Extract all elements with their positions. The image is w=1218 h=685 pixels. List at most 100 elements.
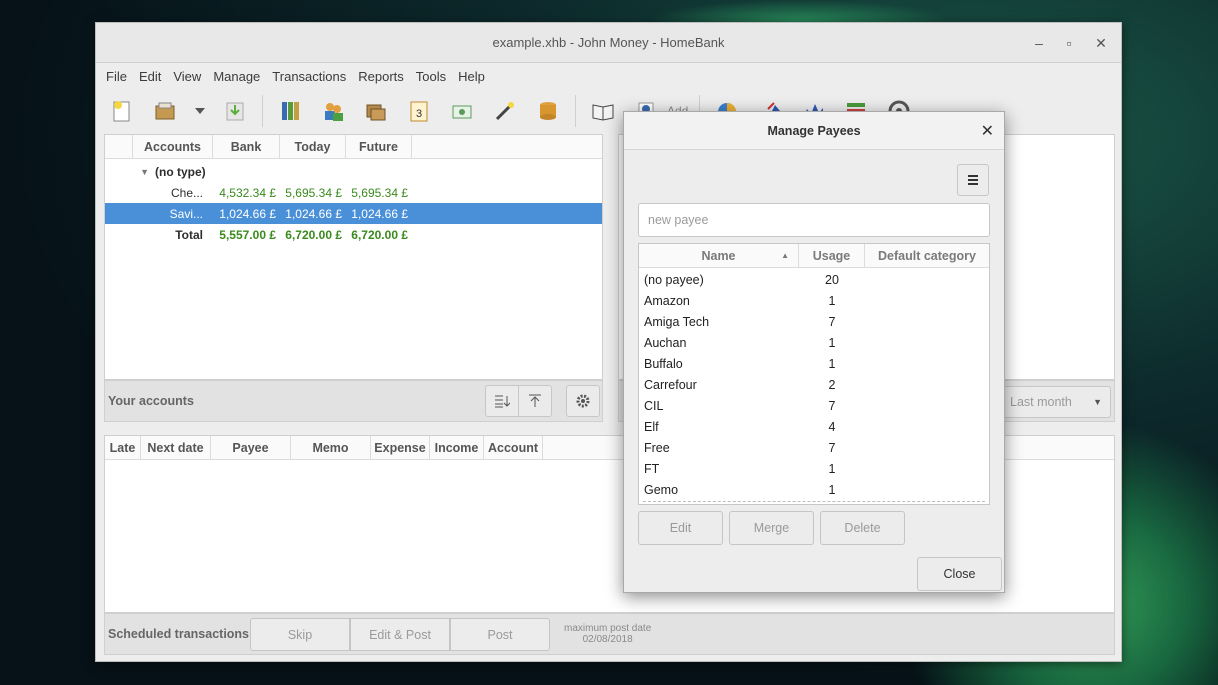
sort-ascending-icon: ▲	[781, 251, 789, 260]
list-item[interactable]: (no payee) 20	[639, 269, 989, 290]
open-file-icon[interactable]	[149, 95, 181, 127]
period-value: Last month	[1010, 395, 1072, 409]
toolbar-separator	[575, 95, 576, 127]
header-accounts[interactable]: Accounts	[133, 135, 213, 158]
payee-usage: 1	[828, 482, 836, 497]
collapse-all-icon[interactable]	[518, 385, 552, 417]
currencies-icon[interactable]	[532, 95, 564, 127]
skip-button[interactable]: Skip	[250, 618, 350, 651]
list-item[interactable]: Gemo 1	[639, 479, 989, 500]
payee-name: Auchan	[644, 335, 687, 350]
payee-name: Carrefour	[644, 377, 697, 392]
delete-button[interactable]: Delete	[820, 511, 905, 545]
list-item[interactable]: Auchan 1	[639, 332, 989, 353]
account-name: Savi...	[169, 206, 203, 221]
account-group-row[interactable]: ▼ (no type)	[105, 161, 602, 182]
hamburger-menu-icon[interactable]	[957, 164, 989, 196]
list-item[interactable]: Free 7	[639, 437, 989, 458]
payee-usage: 1	[828, 461, 836, 476]
menu-tools[interactable]: Tools	[410, 69, 452, 84]
payee-usage: 7	[828, 314, 836, 329]
list-item[interactable]: CIL 7	[639, 395, 989, 416]
total-bank: 5,557.00 £	[219, 227, 276, 242]
expander-icon[interactable]: ▼	[105, 167, 155, 177]
header-next-date[interactable]: Next date	[141, 436, 211, 459]
accounts-icon[interactable]	[274, 95, 306, 127]
payee-usage: 7	[828, 398, 836, 413]
header-bank[interactable]: Bank	[213, 135, 280, 158]
max-post-label: maximum post date	[564, 623, 652, 634]
payee-usage: 7	[828, 440, 836, 455]
scheduled-icon[interactable]: 3	[403, 95, 435, 127]
new-file-icon[interactable]	[106, 95, 138, 127]
header-future[interactable]: Future	[346, 135, 412, 158]
max-post-info: maximum post date 02/08/2018	[564, 623, 651, 645]
account-today: 1,024.66 £	[285, 206, 342, 221]
period-select[interactable]: Last month ▼	[1001, 386, 1111, 418]
list-item[interactable]: Amiga Tech 7	[639, 311, 989, 332]
header-name-label: Name	[701, 249, 736, 263]
new-payee-input[interactable]: new payee	[638, 203, 990, 237]
expand-all-icon[interactable]	[485, 385, 519, 417]
account-group-name: (no type)	[155, 164, 206, 179]
open-recent-dropdown-icon[interactable]	[192, 95, 208, 127]
payee-usage: 1	[828, 356, 836, 371]
categories-icon[interactable]	[360, 95, 392, 127]
header-income[interactable]: Income	[430, 436, 484, 459]
max-post-date: 02/08/2018	[582, 634, 633, 645]
maximize-icon[interactable]: ▫	[1059, 33, 1079, 53]
account-row[interactable]: Che... 4,532.34 £ 5,695.34 £ 5,695.34 £	[105, 182, 602, 203]
close-icon[interactable]: ✕	[1091, 33, 1111, 53]
header-payee[interactable]: Payee	[211, 436, 291, 459]
menu-manage[interactable]: Manage	[207, 69, 266, 84]
settings-gear-icon[interactable]	[566, 385, 600, 417]
list-item[interactable]: Elf 4	[639, 416, 989, 437]
payee-name: FT	[644, 461, 660, 476]
edit-post-button[interactable]: Edit & Post	[350, 618, 450, 651]
header-usage[interactable]: Usage	[799, 244, 865, 267]
chevron-down-icon: ▼	[1093, 397, 1102, 407]
account-total-row: Total 5,557.00 £ 6,720.00 £ 6,720.00 £	[105, 224, 602, 245]
assign-wand-icon[interactable]	[489, 95, 521, 127]
header-today[interactable]: Today	[280, 135, 346, 158]
menu-view[interactable]: View	[167, 69, 207, 84]
close-button[interactable]: Close	[917, 557, 1002, 591]
show-register-icon[interactable]	[587, 95, 619, 127]
budget-icon[interactable]	[446, 95, 478, 127]
total-today: 6,720.00 £	[285, 227, 342, 242]
list-item[interactable]: Carrefour 2	[639, 374, 989, 395]
payee-usage: 20	[825, 272, 839, 287]
payee-name: CIL	[644, 398, 664, 413]
edit-button[interactable]: Edit	[638, 511, 723, 545]
menu-help[interactable]: Help	[452, 69, 491, 84]
header-account[interactable]: Account	[484, 436, 543, 459]
payees-icon[interactable]	[317, 95, 349, 127]
header-late[interactable]: Late	[105, 436, 141, 459]
header-name[interactable]: Name ▲	[639, 244, 799, 267]
account-bank: 4,532.34 £	[219, 185, 276, 200]
svg-text:3: 3	[416, 108, 422, 120]
post-button[interactable]: Post	[450, 618, 550, 651]
account-future: 1,024.66 £	[351, 206, 408, 221]
menu-reports[interactable]: Reports	[352, 69, 410, 84]
merge-button[interactable]: Merge	[729, 511, 814, 545]
account-today: 5,695.34 £	[285, 185, 342, 200]
title-bar: example.xhb - John Money - HomeBank – ▫ …	[96, 23, 1121, 63]
account-row-selected[interactable]: Savi... 1,024.66 £ 1,024.66 £ 1,024.66 £	[105, 203, 602, 224]
menu-file[interactable]: File	[100, 69, 133, 84]
list-item[interactable]: Amazon 1	[639, 290, 989, 311]
payee-usage: 1	[828, 293, 836, 308]
payee-name: Elf	[644, 419, 659, 434]
header-memo[interactable]: Memo	[291, 436, 371, 459]
payee-name: Buffalo	[644, 356, 683, 371]
header-default-category[interactable]: Default category	[865, 244, 989, 267]
minimize-icon[interactable]: –	[1029, 33, 1049, 53]
menu-transactions[interactable]: Transactions	[266, 69, 352, 84]
scheduled-label: Scheduled transactions	[108, 627, 250, 641]
dialog-close-icon[interactable]: ✕	[981, 121, 994, 141]
list-item[interactable]: Buffalo 1	[639, 353, 989, 374]
list-item[interactable]: FT 1	[639, 458, 989, 479]
header-expense[interactable]: Expense	[371, 436, 430, 459]
menu-edit[interactable]: Edit	[133, 69, 167, 84]
save-file-icon[interactable]	[219, 95, 251, 127]
